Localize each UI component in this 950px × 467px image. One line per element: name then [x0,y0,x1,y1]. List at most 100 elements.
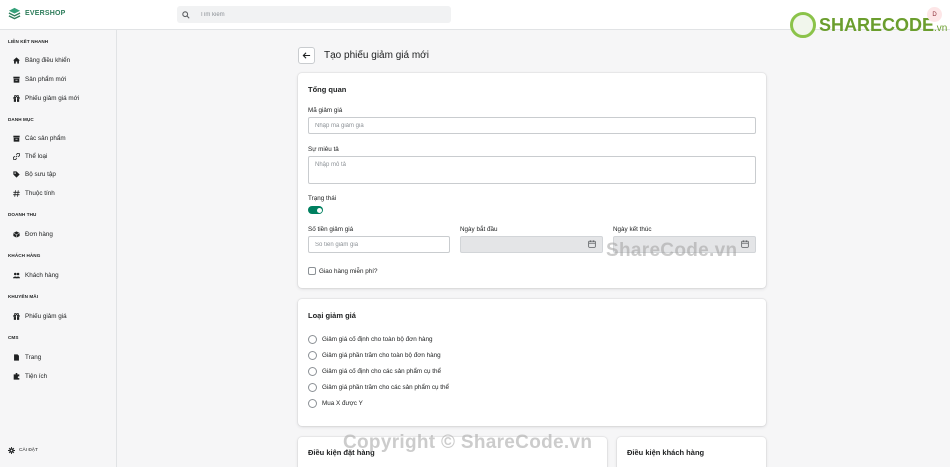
brand-name: EVERSHOP [25,10,66,17]
page-header: Tạo phiếu giảm giá mới [298,47,429,64]
option-label: Giảm giá cố định cho toàn bộ đơn hàng [322,336,433,343]
option-label: Giảm giá cố định cho các sản phẩm cụ thể [322,368,442,375]
radio-button[interactable] [308,383,317,392]
sidebar-item-attributes[interactable]: Thuộc tính [12,189,55,197]
arrow-left-icon [302,52,311,59]
sidebar-item-label: Tiện ích [25,372,48,380]
sidebar-section-title: KHUYẾN MÃI [8,294,39,299]
sidebar-settings[interactable]: CÀI ĐẶT [8,447,38,454]
sidebar-item-coupons[interactable]: Phiếu giảm giá [12,312,67,320]
document-icon [12,353,20,361]
free-shipping-checkbox[interactable] [308,267,316,275]
archive-icon [12,75,20,83]
status-toggle[interactable] [308,206,323,214]
sidebar: LIÊN KẾT NHANH Bảng điều khiển Sản phẩm … [0,30,117,467]
sidebar-item-label: Bảng điều khiển [25,56,71,64]
start-date-label: Ngày bắt đầu [460,226,498,233]
sidebar-item-categories[interactable]: Thể loại [12,152,47,160]
description-textarea[interactable] [308,156,756,184]
radio-button[interactable] [308,399,317,408]
discount-type-card: Loại giảm giá Giảm giá cố định cho toàn … [298,299,766,426]
free-shipping-label: Giao hàng miễn phí? [319,267,378,275]
archive-icon [12,134,20,142]
logo[interactable]: EVERSHOP [8,7,66,20]
discount-type-option[interactable]: Mua X được Y [308,399,363,408]
sidebar-item-label: Sản phẩm mới [25,75,67,83]
status-label: Trạng thái [308,195,337,202]
cube-icon [12,230,20,238]
coupon-code-label: Mã giảm giá [308,107,343,114]
radio-button[interactable] [308,367,317,376]
gift-icon [12,312,20,320]
page-title: Tạo phiếu giảm giá mới [324,50,429,61]
sidebar-item-orders[interactable]: Đơn hàng [12,230,53,238]
sidebar-item-label: Phiếu giảm giá mới [25,94,80,102]
discount-type-option[interactable]: Giảm giá phần trăm cho các sản phẩm cụ t… [308,383,449,392]
option-label: Mua X được Y [322,400,363,407]
sidebar-item-label: Khách hàng [25,271,59,279]
free-shipping-checkbox-row[interactable]: Giao hàng miễn phí? [308,267,377,275]
sidebar-item-label: Phiếu giảm giá [25,312,67,320]
gift-icon [12,94,20,102]
discount-type-option[interactable]: Giảm giá phần trăm cho toàn bộ đơn hàng [308,351,441,360]
calendar-icon[interactable] [588,240,596,248]
card-title: Loại giảm giá [308,311,356,320]
search-bar[interactable] [177,6,451,23]
option-label: Giảm giá phần trăm cho toàn bộ đơn hàng [322,352,441,359]
discount-amount-input[interactable] [308,236,450,253]
sidebar-item-label: Đơn hàng [25,230,53,238]
sidebar-item-pages[interactable]: Trang [12,353,41,361]
sidebar-section-title: DOANH THU [8,212,37,217]
sidebar-item-new-product[interactable]: Sản phẩm mới [12,75,66,83]
sidebar-item-collections[interactable]: Bộ sưu tập [12,170,56,178]
calendar-icon[interactable] [741,240,749,248]
gear-icon [8,447,15,454]
card-title: Điều kiện khách hàng [627,448,705,457]
sidebar-item-label: Trang [25,353,42,361]
sharecode-watermark-text: SHARECODE [819,14,935,35]
sidebar-item-label: Thể loại [25,152,48,160]
sharecode-watermark-tld: .vn [934,22,948,34]
sidebar-item-label: Thuộc tính [25,189,55,197]
option-label: Giảm giá phần trăm cho các sản phẩm cụ t… [322,384,450,391]
settings-label: CÀI ĐẶT [19,448,38,453]
sharecode-logo-icon [790,12,816,38]
tag-icon [12,170,20,178]
hash-icon [12,189,20,197]
search-input[interactable] [200,11,430,18]
description-label: Sự miêu tả [308,146,339,153]
sharecode-watermark-middle: ShareCode.vn [606,240,738,261]
sidebar-section-title: KHÁCH HÀNG [8,253,41,258]
coupon-code-input[interactable] [308,117,756,134]
sharecode-watermark-bottom: Copyright © ShareCode.vn [343,432,593,453]
start-date-input[interactable] [460,236,603,253]
top-bar: EVERSHOP SHARECODE.vn D [0,0,950,38]
discount-amount-label: Số tiền giảm giá [308,226,354,233]
user-avatar[interactable]: D [927,7,942,22]
sidebar-section-title: DANH MỤC [8,117,34,122]
puzzle-icon [12,372,20,380]
radio-button[interactable] [308,351,317,360]
link-icon [12,152,20,160]
discount-type-option[interactable]: Giảm giá cố định cho toàn bộ đơn hàng [308,335,433,344]
users-icon [12,271,20,279]
sidebar-item-dashboard[interactable]: Bảng điều khiển [12,56,70,64]
customer-conditions-card: Điều kiện khách hàng [617,437,766,467]
home-icon [12,56,20,64]
sharecode-watermark-logo: SHARECODE.vn [790,12,947,38]
sidebar-item-new-coupon[interactable]: Phiếu giảm giá mới [12,94,79,102]
sidebar-item-label: Bộ sưu tập [25,170,56,178]
sidebar-item-widgets[interactable]: Tiện ích [12,372,47,380]
evershop-logo-icon [8,7,21,20]
sidebar-section-title: LIÊN KẾT NHANH [8,39,49,44]
sidebar-item-label: Các sản phẩm [25,134,66,142]
radio-button[interactable] [308,335,317,344]
discount-type-option[interactable]: Giảm giá cố định cho các sản phẩm cụ thể [308,367,441,376]
search-icon [182,10,190,19]
back-button[interactable] [298,47,315,64]
sidebar-item-products[interactable]: Các sản phẩm [12,134,66,142]
sidebar-item-customers[interactable]: Khách hàng [12,271,59,279]
sidebar-section-title: CMS [8,335,19,340]
end-date-label: Ngày kết thúc [613,226,652,233]
card-title: Tổng quan [308,85,347,94]
